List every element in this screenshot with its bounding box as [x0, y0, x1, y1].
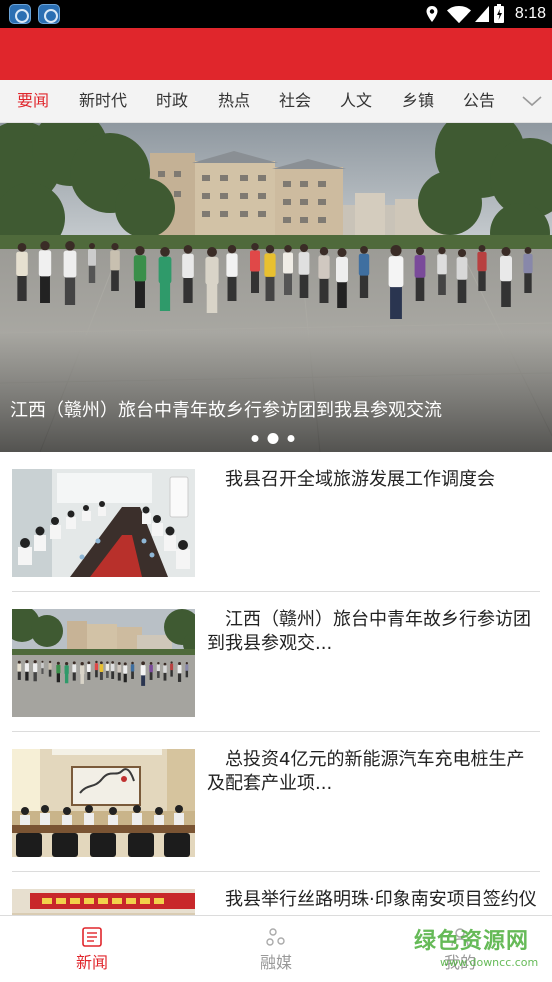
- status-bar: 8:18: [0, 0, 552, 28]
- banner-carousel[interactable]: 江西（赣州）旅台中青年故乡行参访团到我县参观交流: [0, 123, 552, 452]
- nav-label: 我的: [443, 953, 476, 972]
- app-header: [0, 28, 552, 80]
- carousel-dot: [287, 435, 295, 442]
- news-title: 我县召开全域旅游发展工作调度会: [225, 469, 495, 490]
- news-title: 总投资4亿元的新能源汽车充电桩生产及配套产业项...: [207, 749, 525, 794]
- tab-xinshidai[interactable]: 新时代: [79, 80, 127, 122]
- tab-shizheng[interactable]: 时政: [156, 80, 188, 122]
- news-list: 我县召开全域旅游发展工作调度会 江西（赣州）旅台中青年故乡行参访团到我县参观交.…: [0, 452, 552, 915]
- tab-xiangzhen[interactable]: 乡镇: [402, 80, 434, 122]
- app-notification-icon: [9, 4, 31, 24]
- nav-media[interactable]: 融媒: [184, 916, 368, 982]
- news-item[interactable]: 我县召开全域旅游发展工作调度会: [12, 452, 540, 592]
- app-notification-icon: [38, 4, 60, 24]
- tab-shehui[interactable]: 社会: [279, 80, 311, 122]
- news-title: 江西（赣州）旅台中青年故乡行参访团到我县参观交...: [207, 609, 531, 654]
- nav-news[interactable]: 新闻: [0, 916, 184, 982]
- nav-profile[interactable]: 我的: [368, 916, 552, 982]
- signal-icon: [475, 6, 489, 22]
- status-time: 8:18: [514, 5, 546, 22]
- category-tab-bar: 要闻 新时代 时政 热点 社会 人文 乡镇 公告: [0, 80, 552, 123]
- news-thumbnail: [12, 609, 195, 717]
- location-icon: [426, 6, 438, 22]
- banner-caption: 江西（赣州）旅台中青年故乡行参访团到我县参观交流: [10, 400, 442, 421]
- tab-yaowen[interactable]: 要闻: [17, 80, 49, 122]
- nav-label: 融媒: [259, 953, 292, 972]
- bottom-nav: 新闻 融媒 我的: [0, 915, 552, 982]
- news-icon: [82, 927, 102, 947]
- carousel-dot: [251, 435, 259, 442]
- tab-gonggao[interactable]: 公告: [463, 80, 495, 122]
- news-thumbnail: [12, 469, 195, 577]
- media-icon: [266, 928, 285, 946]
- news-title: 我县举行丝路明珠·印象南安项目签约仪: [225, 889, 537, 910]
- profile-icon: [451, 928, 469, 947]
- news-item[interactable]: 江西（赣州）旅台中青年故乡行参访团到我县参观交...: [12, 592, 540, 732]
- tab-redian[interactable]: 热点: [218, 80, 250, 122]
- chevron-down-icon[interactable]: [520, 92, 544, 110]
- tab-renwen[interactable]: 人文: [340, 80, 372, 122]
- news-item[interactable]: 我县举行丝路明珠·印象南安项目签约仪: [12, 872, 540, 915]
- news-thumbnail: [12, 749, 195, 857]
- battery-icon: [494, 4, 504, 23]
- nav-label: 新闻: [75, 953, 108, 972]
- news-thumbnail: [12, 889, 195, 915]
- news-item[interactable]: 总投资4亿元的新能源汽车充电桩生产及配套产业项...: [12, 732, 540, 872]
- carousel-dot: [267, 433, 279, 444]
- app-screen: 8:18 要闻 新时代 时政 热点 社会 人文 乡镇 公告 江西（赣州）旅台中青…: [0, 0, 552, 982]
- wifi-icon: [447, 6, 471, 23]
